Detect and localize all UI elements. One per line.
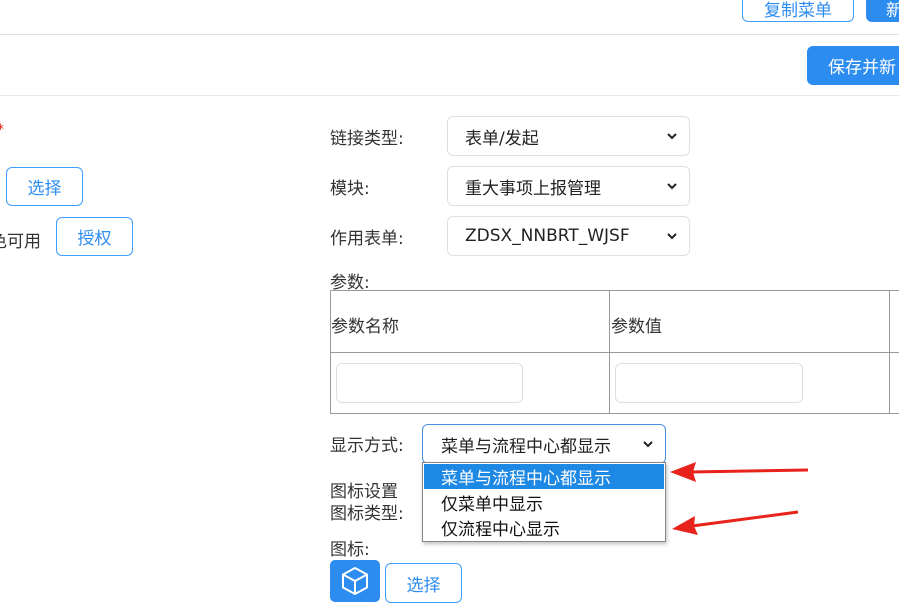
table-border-left bbox=[330, 290, 331, 414]
option-process-center-only[interactable]: 仅流程中心显示 bbox=[424, 515, 664, 540]
table-border-mid bbox=[330, 352, 899, 353]
option-menu-only[interactable]: 仅菜单中显示 bbox=[424, 490, 664, 515]
module-label: 模块: bbox=[330, 179, 370, 199]
display-mode-value: 菜单与流程中心都显示 bbox=[441, 436, 611, 457]
link-type-value: 表单/发起 bbox=[465, 128, 539, 149]
table-border-col1 bbox=[609, 290, 610, 414]
icon-label: 图标: bbox=[330, 540, 370, 560]
cube-icon bbox=[342, 567, 368, 595]
form-label: 作用表单: bbox=[330, 229, 404, 249]
icon-type-label: 图标类型: bbox=[330, 504, 404, 524]
display-mode-dropdown: 菜单与流程中心都显示 仅菜单中显示 仅流程中心显示 bbox=[422, 462, 666, 542]
new-button[interactable]: 新 bbox=[866, 0, 899, 22]
table-border-bottom bbox=[330, 413, 899, 414]
option-both[interactable]: 菜单与流程中心都显示 bbox=[424, 464, 664, 489]
arrow-to-option-process-center bbox=[672, 510, 799, 535]
param-name-header: 参数名称 bbox=[331, 317, 399, 337]
icon-select-button[interactable]: 选择 bbox=[385, 563, 462, 603]
table-border-col2 bbox=[889, 290, 890, 414]
save-and-new-button[interactable]: 保存并新 bbox=[807, 46, 899, 85]
chevron-down-icon bbox=[667, 183, 677, 190]
available-text: 色可用 bbox=[0, 232, 41, 252]
icon-preview bbox=[330, 560, 380, 602]
table-border-top bbox=[330, 290, 899, 291]
header-divider bbox=[0, 95, 899, 96]
module-select[interactable]: 重大事项上报管理 bbox=[447, 166, 690, 206]
annotation-arrows bbox=[670, 462, 809, 535]
authorize-button[interactable]: 授权 bbox=[56, 217, 133, 256]
param-value-input[interactable] bbox=[615, 363, 803, 403]
form-select[interactable]: ZDSX_NNBRT_WJSF bbox=[447, 216, 690, 256]
select-button[interactable]: 选择 bbox=[6, 167, 83, 206]
link-type-select[interactable]: 表单/发起 bbox=[447, 116, 690, 156]
param-value-header: 参数值 bbox=[611, 317, 662, 337]
chevron-down-icon bbox=[667, 233, 677, 240]
display-mode-label: 显示方式: bbox=[330, 436, 404, 456]
chevron-down-icon bbox=[643, 441, 653, 448]
copy-menu-button[interactable]: 复制菜单 bbox=[742, 0, 854, 22]
chevron-down-icon bbox=[667, 133, 677, 140]
toolbar-divider bbox=[0, 34, 899, 35]
module-value: 重大事项上报管理 bbox=[465, 178, 601, 199]
required-mark: * bbox=[0, 122, 4, 138]
link-type-label: 链接类型: bbox=[330, 129, 404, 149]
arrow-to-option-both bbox=[670, 462, 809, 482]
form-value: ZDSX_NNBRT_WJSF bbox=[465, 226, 630, 246]
display-mode-select[interactable]: 菜单与流程中心都显示 bbox=[422, 424, 666, 464]
param-name-input[interactable] bbox=[336, 363, 523, 403]
